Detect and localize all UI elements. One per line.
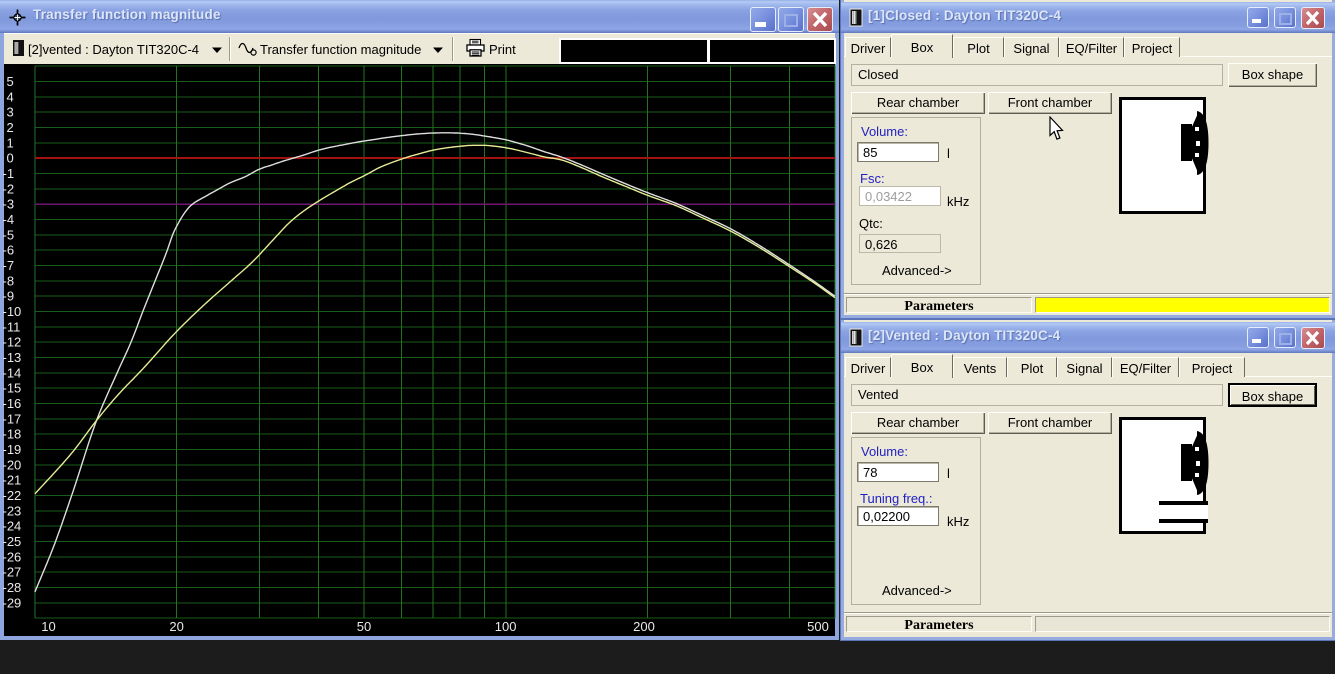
svg-text:-8: -8 (3, 273, 15, 288)
svg-text:100: 100 (495, 619, 517, 634)
svg-text:-13: -13 (3, 350, 22, 365)
svg-text:-9: -9 (3, 289, 15, 304)
svg-text:200: 200 (633, 619, 655, 634)
svg-text:-22: -22 (3, 488, 22, 503)
svg-text:1: 1 (7, 135, 14, 150)
svg-text:3: 3 (7, 105, 14, 120)
svg-text:-14: -14 (3, 365, 22, 380)
svg-text:-7: -7 (3, 258, 15, 273)
svg-text:-5: -5 (3, 227, 15, 242)
svg-text:-4: -4 (3, 212, 15, 227)
svg-text:-29: -29 (3, 595, 22, 610)
svg-text:500: 500 (807, 619, 829, 634)
svg-text:-24: -24 (3, 519, 22, 534)
svg-text:5: 5 (7, 74, 14, 89)
svg-text:50: 50 (357, 619, 371, 634)
svg-text:-16: -16 (3, 396, 22, 411)
svg-text:-26: -26 (3, 549, 22, 564)
svg-text:-18: -18 (3, 427, 22, 442)
svg-text:-1: -1 (3, 166, 15, 181)
svg-text:-20: -20 (3, 457, 22, 472)
svg-text:-28: -28 (3, 580, 22, 595)
svg-text:-25: -25 (3, 534, 22, 549)
svg-text:-27: -27 (3, 565, 22, 580)
svg-text:-2: -2 (3, 181, 15, 196)
svg-text:2: 2 (7, 120, 14, 135)
svg-text:10: 10 (41, 619, 55, 634)
svg-text:4: 4 (7, 89, 14, 104)
svg-text:-12: -12 (3, 335, 22, 350)
svg-text:-11: -11 (3, 319, 21, 334)
svg-text:-19: -19 (3, 442, 22, 457)
svg-text:-6: -6 (3, 243, 15, 258)
svg-text:-23: -23 (3, 503, 22, 518)
svg-text:20: 20 (169, 619, 183, 634)
svg-text:-3: -3 (3, 197, 15, 212)
svg-text:-10: -10 (3, 304, 22, 319)
svg-text:-21: -21 (3, 473, 22, 488)
svg-text:-15: -15 (3, 381, 22, 396)
svg-text:-17: -17 (3, 411, 22, 426)
svg-text:0: 0 (7, 151, 14, 166)
